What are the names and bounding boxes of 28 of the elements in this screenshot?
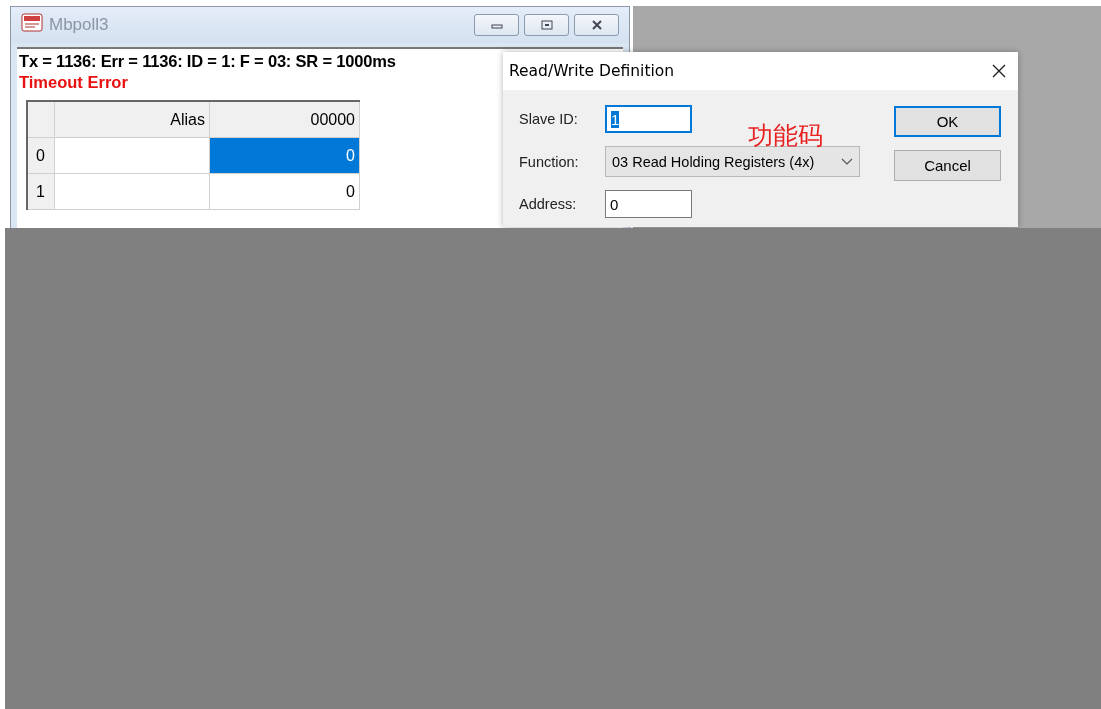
error-message: Timeout Error bbox=[19, 72, 129, 93]
row-header: 1 bbox=[28, 174, 55, 210]
restore-icon bbox=[540, 20, 553, 30]
input-field[interactable]: 0 bbox=[605, 190, 692, 218]
column-header[interactable]: Alias bbox=[55, 102, 210, 138]
field-label: Slave ID: bbox=[519, 111, 579, 127]
dialog-button[interactable]: Cancel bbox=[894, 150, 1001, 181]
field-label: Address: bbox=[519, 196, 578, 212]
chevron-down-icon bbox=[841, 157, 853, 166]
restore-button[interactable] bbox=[524, 14, 569, 36]
corner-header bbox=[28, 102, 55, 138]
field-label: Function: bbox=[519, 153, 580, 170]
function-dropdown[interactable]: 03 Read Holding Registers (4x) bbox=[605, 146, 860, 177]
window-title: Mbpoll3 bbox=[49, 15, 110, 35]
table-cell[interactable]: 0 bbox=[210, 138, 360, 174]
close-icon bbox=[590, 20, 603, 30]
app-icon bbox=[21, 13, 43, 33]
dialog-button[interactable]: OK bbox=[894, 106, 1001, 137]
input-field[interactable]: 1 bbox=[605, 105, 692, 133]
minimize-button[interactable] bbox=[474, 14, 519, 36]
table-cell[interactable]: 0 bbox=[210, 174, 360, 210]
status-line: Tx = 1136: Err = 1136: ID = 1: F = 03: SR = 1000ms bbox=[19, 51, 396, 71]
table-cell[interactable] bbox=[55, 174, 210, 210]
dialog-title: Read/Write Definition bbox=[509, 62, 676, 80]
close-button[interactable] bbox=[574, 14, 619, 36]
close-icon bbox=[991, 63, 1007, 79]
row-header: 0 bbox=[28, 138, 55, 174]
column-header[interactable]: 00000 bbox=[210, 102, 360, 138]
